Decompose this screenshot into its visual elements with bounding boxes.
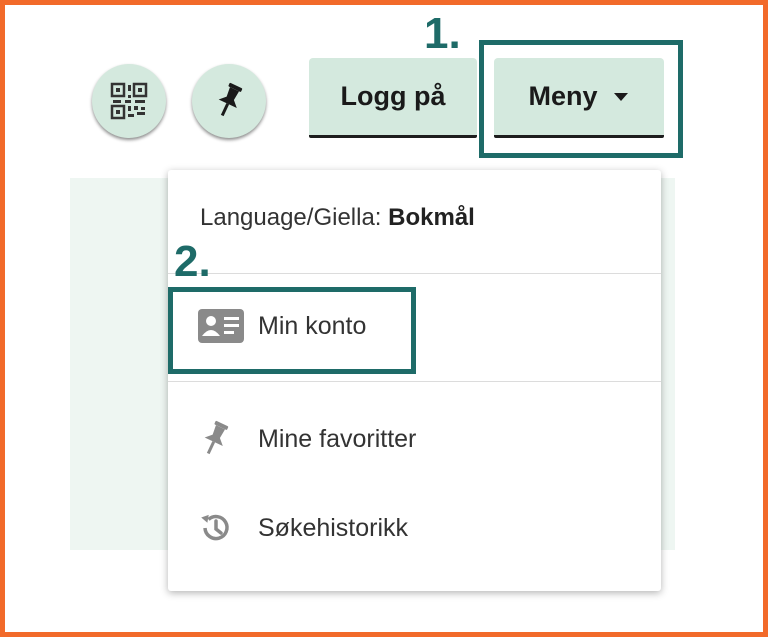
language-selector[interactable]: Language/Giella: Bokmål	[200, 204, 475, 232]
login-label: Logg på	[340, 81, 446, 111]
language-value: Bokmål	[388, 204, 475, 231]
favorites-pin-button[interactable]	[192, 64, 266, 138]
qr-code-icon	[110, 82, 148, 120]
menu-item-label: Mine favoritter	[258, 424, 417, 453]
history-icon	[201, 514, 229, 541]
pin-icon	[204, 420, 229, 455]
step-2-highlight	[168, 287, 416, 374]
menu-dropdown: Language/Giella: Bokmål Min konto Mine f…	[168, 170, 661, 591]
menu-item-sokehistorikk[interactable]: Søkehistorikk	[198, 510, 408, 546]
divider	[168, 381, 661, 382]
step-1-label: 1.	[424, 9, 461, 58]
pin-icon	[218, 82, 243, 117]
qr-code-button[interactable]	[92, 64, 166, 138]
divider	[168, 273, 661, 274]
step-1-highlight	[479, 40, 683, 158]
menu-item-mine-favoritter[interactable]: Mine favoritter	[198, 420, 416, 458]
language-prefix: Language/Giella:	[200, 204, 382, 231]
step-2-label: 2.	[174, 237, 211, 286]
menu-item-label: Søkehistorikk	[258, 513, 409, 542]
login-button[interactable]: Logg på	[309, 58, 477, 138]
